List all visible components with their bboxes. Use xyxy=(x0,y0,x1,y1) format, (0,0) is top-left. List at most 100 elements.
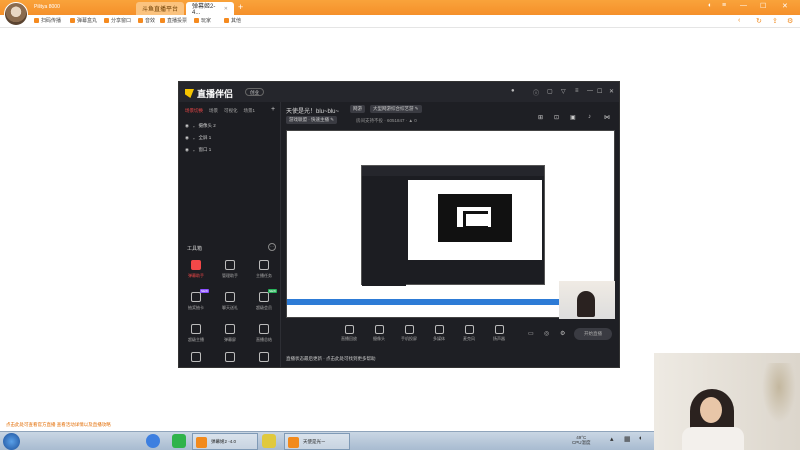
tray-up-icon[interactable]: ▴ xyxy=(610,435,614,443)
streaming-app-window: 直播伴侣 创业 ● ⓘ ▢ ▽ ≡ — ☐ ✕ 场景切换 场景 可视化 场景1 … xyxy=(178,81,620,368)
shirt-icon[interactable]: ▽ xyxy=(561,88,566,95)
tool-task[interactable]: 主播任务 xyxy=(251,260,277,279)
minimize-icon[interactable]: — xyxy=(740,2,747,9)
new-tab-icon[interactable]: + xyxy=(238,2,243,13)
fav-item[interactable]: 直播投票 xyxy=(160,17,187,24)
close-window-icon[interactable]: ✕ xyxy=(782,2,788,10)
lock-icon[interactable]: ▫ xyxy=(193,148,195,153)
gift-box-icon[interactable]: ⊞ xyxy=(538,114,543,121)
video-icon[interactable]: ▭ xyxy=(528,330,534,337)
screen-icon xyxy=(225,324,235,334)
tab-scene-switch[interactable]: 场景切换 xyxy=(185,108,203,114)
stream-preview[interactable] xyxy=(286,130,615,319)
start-stream-button[interactable]: 开始直播 xyxy=(574,328,612,340)
fav-item[interactable]: 弹幕盒丸 xyxy=(70,17,97,24)
maximize-icon[interactable]: ☐ xyxy=(760,2,766,10)
tool-danmaku[interactable]: 弹幕助手 xyxy=(183,260,209,279)
tool-link[interactable] xyxy=(217,352,243,365)
tool-more[interactable] xyxy=(251,352,277,365)
tab-danmaku[interactable]: 弹幕姬2-4... ✕ xyxy=(186,2,234,16)
tool-danmaku-screen[interactable]: 弹幕屏 xyxy=(217,324,243,343)
tool-interact[interactable] xyxy=(183,352,209,365)
start-icon[interactable] xyxy=(3,433,20,450)
eye-icon[interactable]: ◉ xyxy=(185,147,189,153)
fav-item[interactable]: 玩家 xyxy=(194,17,211,24)
tool-summary[interactable]: 直播总结 xyxy=(251,324,277,343)
volume-icon[interactable]: ◖ xyxy=(638,435,642,442)
scene-tabs: 场景切换 场景 可视化 场景1 xyxy=(185,108,255,114)
mic-icon xyxy=(464,325,474,334)
tab-scene[interactable]: 场景 xyxy=(209,108,218,114)
avatar-icon[interactable]: ● xyxy=(511,88,515,94)
tab-scene1[interactable]: 场景1 xyxy=(244,108,256,114)
tool-lottery[interactable]: NEW 抽奖抽卡 xyxy=(183,289,209,311)
btn-mic[interactable]: 麦克风 xyxy=(456,325,482,342)
settings-icon[interactable]: ⚙ xyxy=(787,17,793,25)
gear-icon[interactable]: ⚙ xyxy=(560,330,565,337)
user-avatar[interactable] xyxy=(4,2,28,26)
tool-chat[interactable]: 聊天送礼 xyxy=(217,292,243,311)
eye-icon[interactable]: ◉ xyxy=(185,135,189,141)
tab-visual[interactable]: 可视化 xyxy=(224,108,238,114)
share-icon[interactable]: ⇪ xyxy=(772,17,778,25)
info-icon[interactable]: ⓘ xyxy=(533,88,539,97)
refresh-icon[interactable]: ↻ xyxy=(756,17,762,25)
task-stream[interactable]: 天使是光ー xyxy=(284,433,350,450)
media-icon[interactable] xyxy=(262,434,276,448)
message-icon[interactable]: ▢ xyxy=(547,88,553,95)
close-icon[interactable]: ✕ xyxy=(224,6,228,12)
fav-item[interactable]: 分享窗口 xyxy=(104,17,131,24)
notice-text[interactable]: 点击此处可查看官方直播 查看活动详情以及直播攻略 xyxy=(6,422,111,428)
subcategory-tag[interactable]: 大型网游综合综艺游 ✎ xyxy=(370,105,422,113)
tool-vip[interactable]: NEW 超级会员 xyxy=(251,289,277,311)
fav-icon xyxy=(104,18,109,23)
share-icon[interactable]: ⋈ xyxy=(604,114,610,121)
new-badge: NEW xyxy=(268,289,277,293)
btn-speaker[interactable]: 扬声器 xyxy=(486,325,512,342)
network-icon[interactable]: ▦ xyxy=(624,435,631,443)
lock-icon[interactable]: ▫ xyxy=(193,124,195,129)
eye-icon[interactable]: ◉ xyxy=(185,123,189,129)
source-item[interactable]: ◉ ▫ 摄像头 2 xyxy=(185,123,216,129)
union-tag[interactable]: 游戏联盟 · 快速主播 ✎ xyxy=(286,116,338,124)
fav-icon xyxy=(138,18,143,23)
user-name[interactable]: Pilitya 8000 xyxy=(34,4,60,10)
lock-icon[interactable]: ▫ xyxy=(193,136,195,141)
tool-manage[interactable]: 管理助手 xyxy=(217,260,243,279)
app-icon[interactable] xyxy=(172,434,186,448)
back-icon[interactable]: ‹ xyxy=(738,17,740,24)
btn-phone[interactable]: 手机投屏 xyxy=(396,325,422,342)
browser-icon[interactable] xyxy=(146,434,160,448)
fav-item[interactable]: 扫码传播 xyxy=(34,17,61,24)
eye-icon[interactable]: ◎ xyxy=(544,330,549,337)
category-tag[interactable]: 网游 xyxy=(350,105,365,113)
version-pill[interactable]: 创业 xyxy=(245,88,264,96)
maximize-icon[interactable]: ☐ xyxy=(597,88,602,95)
danmaku-icon xyxy=(191,260,201,270)
skin-icon[interactable]: ◐ xyxy=(708,2,712,9)
status-line[interactable]: 直播状态最后更新 · 点击此处可找到更多帮助 xyxy=(286,356,376,362)
ce-logo xyxy=(438,194,512,242)
fav-item[interactable]: 音效 xyxy=(138,17,155,24)
lock-icon[interactable]: ⊡ xyxy=(554,114,559,121)
source-item[interactable]: ◉ ▫ 窗口 1 xyxy=(185,147,211,153)
more-icon[interactable]: ⋯ xyxy=(268,243,276,251)
room-title[interactable]: 天使是光！blu~blu~ xyxy=(286,106,339,115)
btn-camera[interactable]: 摄像头 xyxy=(366,325,392,342)
btn-media[interactable]: 多媒体 xyxy=(426,325,452,342)
close-icon[interactable]: ✕ xyxy=(609,88,614,95)
source-toolbar: 直播回放 摄像头 手机投屏 多媒体 麦克风 扬声器 ▭ ◎ ⚙ 开始直播 xyxy=(282,322,619,348)
tab-douyu[interactable]: 斗鱼直播平台 xyxy=(136,2,184,15)
minimize-icon[interactable]: — xyxy=(587,88,593,94)
add-scene-icon[interactable]: + xyxy=(271,106,275,113)
task-danmaku[interactable]: 弹幕姬2 -4.0 xyxy=(192,433,258,450)
tool-super-anchor[interactable]: 超级主播 xyxy=(183,324,209,343)
record-icon[interactable]: ▣ xyxy=(570,114,576,121)
source-item[interactable]: ◉ ▫ 全屏 1 xyxy=(185,135,211,141)
menu-icon[interactable]: ≡ xyxy=(575,88,579,94)
fav-item[interactable]: 其他 xyxy=(224,17,241,24)
cpu-temp[interactable]: 49°C CPU温度 xyxy=(572,435,591,446)
btn-playback[interactable]: 直播回放 xyxy=(336,325,362,342)
bell-icon[interactable]: ♪ xyxy=(588,114,591,120)
menu-icon[interactable]: ≡ xyxy=(722,2,726,9)
